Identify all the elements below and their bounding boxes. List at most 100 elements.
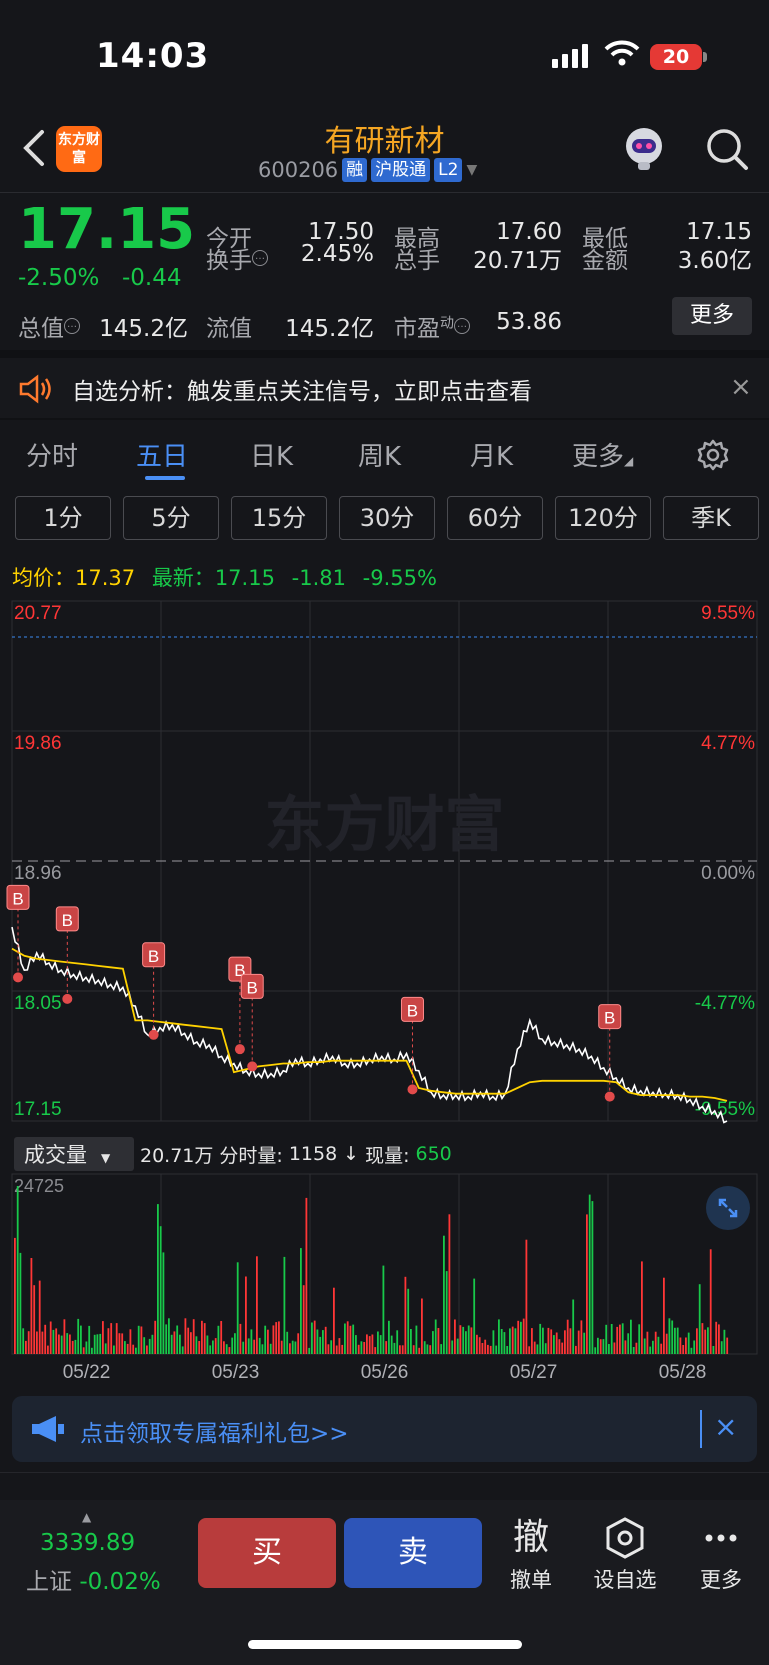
- volume-bar: [36, 1331, 38, 1354]
- index-line[interactable]: 上证 -0.02%: [26, 1562, 161, 1596]
- cancel-order-button[interactable]: 撤 撤单: [486, 1516, 576, 1594]
- volume-bar: [440, 1344, 443, 1354]
- search-icon[interactable]: [704, 126, 750, 172]
- change-amount: -0.44: [122, 265, 182, 291]
- b-marker-label: B: [12, 889, 23, 908]
- volume-bar: [220, 1321, 223, 1354]
- dropdown-caret-icon: ▼: [466, 162, 478, 178]
- b-marker-dot: [13, 972, 23, 983]
- analysis-notice[interactable]: 自选分析：触发重点关注信号，立即点击查看 ×: [0, 350, 769, 420]
- volume-bar: [126, 1343, 129, 1354]
- tab-intraday[interactable]: 分时: [26, 436, 78, 473]
- volume-bar: [38, 1280, 41, 1354]
- volume-bar: [245, 1276, 247, 1354]
- volume-bar: [674, 1327, 676, 1354]
- volume-max-label: 24725: [14, 1176, 64, 1196]
- close-icon[interactable]: ×: [730, 372, 752, 402]
- volume-bar: [157, 1204, 159, 1354]
- volume-bar: [399, 1345, 401, 1354]
- volume-bar: [720, 1341, 723, 1354]
- settings-gear-icon[interactable]: [696, 438, 730, 472]
- volume-bar: [74, 1339, 77, 1354]
- volume-bar: [129, 1329, 132, 1354]
- volume-bar: [368, 1336, 371, 1354]
- volume-bar: [624, 1340, 627, 1354]
- sell-button[interactable]: 卖: [344, 1518, 482, 1588]
- volume-bar: [542, 1327, 544, 1354]
- float-value: 145.2亿: [285, 316, 374, 342]
- volume-bar: [726, 1337, 729, 1354]
- period-1min[interactable]: 1分: [15, 496, 111, 540]
- volume-bar: [649, 1346, 652, 1354]
- volume-bar: [154, 1320, 157, 1354]
- promo-banner[interactable]: 点击领取专属福利礼包>> ×: [12, 1396, 757, 1462]
- volume-bar: [91, 1347, 93, 1354]
- x-axis-date-label: 05/27: [510, 1362, 558, 1383]
- volume-bar: [597, 1337, 599, 1354]
- volume-bar: [619, 1324, 621, 1354]
- period-60min[interactable]: 60分: [447, 496, 543, 540]
- caret-up-icon[interactable]: ▲: [82, 1510, 91, 1524]
- tab-more[interactable]: 更多◢: [572, 436, 633, 473]
- volume-bar: [146, 1345, 148, 1354]
- info-icon[interactable]: …: [252, 250, 268, 267]
- volume-bar: [148, 1338, 151, 1354]
- current-price: 17.15: [18, 197, 196, 262]
- b-marker-label: B: [148, 947, 159, 966]
- volume-bar: [605, 1324, 608, 1354]
- period-quarter-k[interactable]: 季K: [663, 496, 759, 540]
- volume-bar: [236, 1262, 239, 1354]
- volume-bar: [462, 1326, 465, 1354]
- period-30min[interactable]: 30分: [339, 496, 435, 540]
- volume-bar: [214, 1338, 217, 1354]
- latest-change: -1.81: [291, 566, 346, 590]
- stock-sub-line[interactable]: 600206 融 沪股通 L2 ▼: [258, 158, 477, 182]
- left-tick-label: 18.05: [14, 993, 62, 1014]
- volume-bar: [492, 1330, 495, 1354]
- robot-assistant-icon[interactable]: [620, 124, 668, 172]
- buy-button[interactable]: 买: [198, 1518, 336, 1588]
- total-value-label: 总值…: [18, 309, 80, 343]
- volume-bar: [294, 1341, 297, 1354]
- volume-bar: [388, 1320, 390, 1354]
- hexagon-icon: [580, 1516, 670, 1560]
- x-axis-date-label: 05/22: [63, 1362, 111, 1383]
- period-15min[interactable]: 15分: [231, 496, 327, 540]
- volume-bar: [385, 1341, 388, 1354]
- volume-bar: [212, 1340, 214, 1354]
- more-quote-button[interactable]: 更多: [672, 297, 752, 335]
- tab-five-day[interactable]: 五日: [136, 436, 188, 473]
- latest-label: 最新：: [151, 566, 215, 590]
- close-icon[interactable]: ×: [714, 1410, 737, 1443]
- volume-frame: [11, 1173, 758, 1355]
- five-day-price-chart[interactable]: 20.77 9.55% 19.86 4.77% 18.96 0.00% 18.05 -4.77…: [0, 595, 769, 1135]
- tab-weekly-k[interactable]: 周K: [358, 436, 401, 473]
- expand-chart-button[interactable]: [706, 1186, 750, 1230]
- volume-bar: [88, 1325, 91, 1354]
- tab-monthly-k[interactable]: 月K: [470, 436, 513, 473]
- volume-chart[interactable]: 24725 05/22 05/23 05/26 05/27 05/28: [0, 1170, 769, 1390]
- volume-bar: [478, 1337, 481, 1354]
- volume-bar: [443, 1235, 445, 1354]
- right-tick-label: -4.77%: [695, 993, 755, 1014]
- info-icon[interactable]: …: [64, 318, 80, 335]
- volume-bar: [426, 1344, 429, 1354]
- more-menu-button[interactable]: 更多: [676, 1516, 766, 1594]
- period-120min[interactable]: 120分: [555, 496, 651, 540]
- add-watchlist-button[interactable]: 设自选: [580, 1516, 670, 1594]
- volume-bar: [102, 1321, 104, 1354]
- tab-daily-k[interactable]: 日K: [250, 436, 293, 473]
- volume-bar: [338, 1338, 341, 1354]
- volume-bar: [319, 1336, 322, 1354]
- volume-indicator-select[interactable]: 成交量 ▼: [14, 1137, 134, 1171]
- x-axis-date-label: 05/28: [659, 1362, 707, 1383]
- b-marker-label: B: [62, 911, 73, 930]
- expand-icon: [718, 1198, 738, 1218]
- turnover-label: 换手…: [206, 241, 268, 275]
- b-marker: B: [6, 884, 30, 983]
- volume-bar: [330, 1340, 333, 1354]
- total-value: 145.2亿: [99, 316, 188, 342]
- volume-bar: [115, 1323, 118, 1354]
- speaker-icon: [19, 374, 51, 404]
- period-5min[interactable]: 5分: [123, 496, 219, 540]
